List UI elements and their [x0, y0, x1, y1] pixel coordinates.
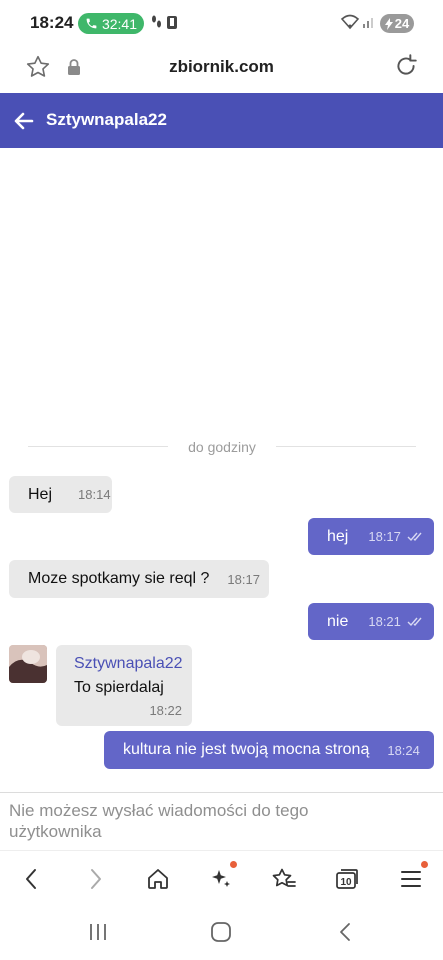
system-back-icon[interactable]	[337, 922, 353, 942]
call-indicator[interactable]: 32:41	[78, 13, 144, 34]
chat-header: Sztywnapala22	[0, 93, 443, 148]
bookmarks-button[interactable]	[269, 865, 299, 893]
message-text: Moze spotkamy sie reql ?	[28, 570, 210, 587]
message-time: 18:14	[78, 487, 111, 502]
signal-icon	[363, 18, 373, 28]
avatar-image	[9, 645, 47, 683]
reload-icon[interactable]	[393, 53, 419, 79]
message-bubble-outgoing[interactable]: kultura nie jest twoją mocna stroną 18:2…	[104, 731, 434, 769]
message-time: 18:17	[227, 571, 260, 587]
message-text: nie	[327, 612, 349, 630]
sparkle-icon	[212, 870, 230, 887]
message-text: hej	[327, 527, 349, 545]
message-text: kultura nie jest twoją mocna stroną	[123, 741, 370, 758]
input-separator	[0, 792, 443, 793]
status-time: 18:24	[30, 13, 74, 32]
divider-label: do godziny	[188, 439, 256, 455]
forward-button[interactable]	[81, 865, 111, 893]
message-sender: Sztywnapala22	[74, 655, 183, 672]
call-timer: 32:41	[101, 15, 138, 32]
menu-button[interactable]	[396, 861, 428, 893]
message-time: 18:21	[368, 614, 401, 629]
wifi-icon	[340, 14, 360, 30]
message-bubble-outgoing[interactable]: nie 18:21	[308, 603, 434, 640]
back-arrow-icon[interactable]	[12, 109, 36, 133]
tabs-button[interactable]: 10	[332, 865, 362, 893]
message-bubble-incoming[interactable]: Hej 18:14	[9, 476, 112, 513]
tabs-icon: 10	[336, 869, 358, 889]
notification-dot	[421, 861, 428, 868]
notification-dot	[230, 861, 237, 868]
bookmarks-icon	[272, 868, 296, 887]
back-button[interactable]	[16, 865, 46, 893]
cannot-send-notice: Nie możesz wysłać wiadomości do tego uży…	[9, 801, 309, 841]
message-bubble-incoming[interactable]: Moze spotkamy sie reql ? 18:17	[9, 560, 269, 598]
browser-url-bar: zbiornik.com	[0, 46, 443, 92]
double-check-icon	[407, 617, 422, 626]
footsteps-icon	[152, 15, 177, 29]
chat-title: Sztywnapala22	[46, 110, 167, 129]
time-divider: do godziny	[28, 438, 416, 456]
home-icon	[148, 869, 168, 889]
message-bubble-outgoing[interactable]: hej 18:17	[308, 518, 434, 555]
recents-icon[interactable]	[87, 922, 109, 942]
battery-icon	[384, 17, 393, 30]
forward-icon	[91, 869, 101, 889]
double-check-icon	[407, 532, 422, 541]
assistant-button[interactable]	[206, 861, 237, 893]
phone-icon	[86, 18, 97, 29]
message-time: 18:17	[368, 529, 401, 544]
browser-toolbar: 10	[0, 850, 443, 906]
home-button-icon[interactable]	[210, 922, 232, 942]
message-bubble-incoming[interactable]: Sztywnapala22 To spierdalaj 18:22	[56, 645, 192, 726]
avatar[interactable]	[9, 645, 47, 683]
menu-icon	[401, 871, 421, 887]
message-time: 18:24	[387, 742, 420, 758]
battery-level: 24	[394, 16, 410, 31]
url-text[interactable]: zbiornik.com	[0, 57, 443, 77]
home-button[interactable]	[143, 865, 173, 893]
battery-indicator: 24	[380, 14, 414, 33]
message-time: 18:22	[149, 703, 182, 718]
system-navigation-bar	[0, 906, 443, 960]
notification-icons	[150, 14, 184, 33]
status-bar: 18:24 32:41 24	[0, 0, 443, 46]
back-icon	[26, 869, 36, 889]
message-text: To spierdalaj	[74, 679, 164, 696]
message-text: Hej	[28, 485, 53, 503]
tab-count: 10	[340, 877, 352, 888]
